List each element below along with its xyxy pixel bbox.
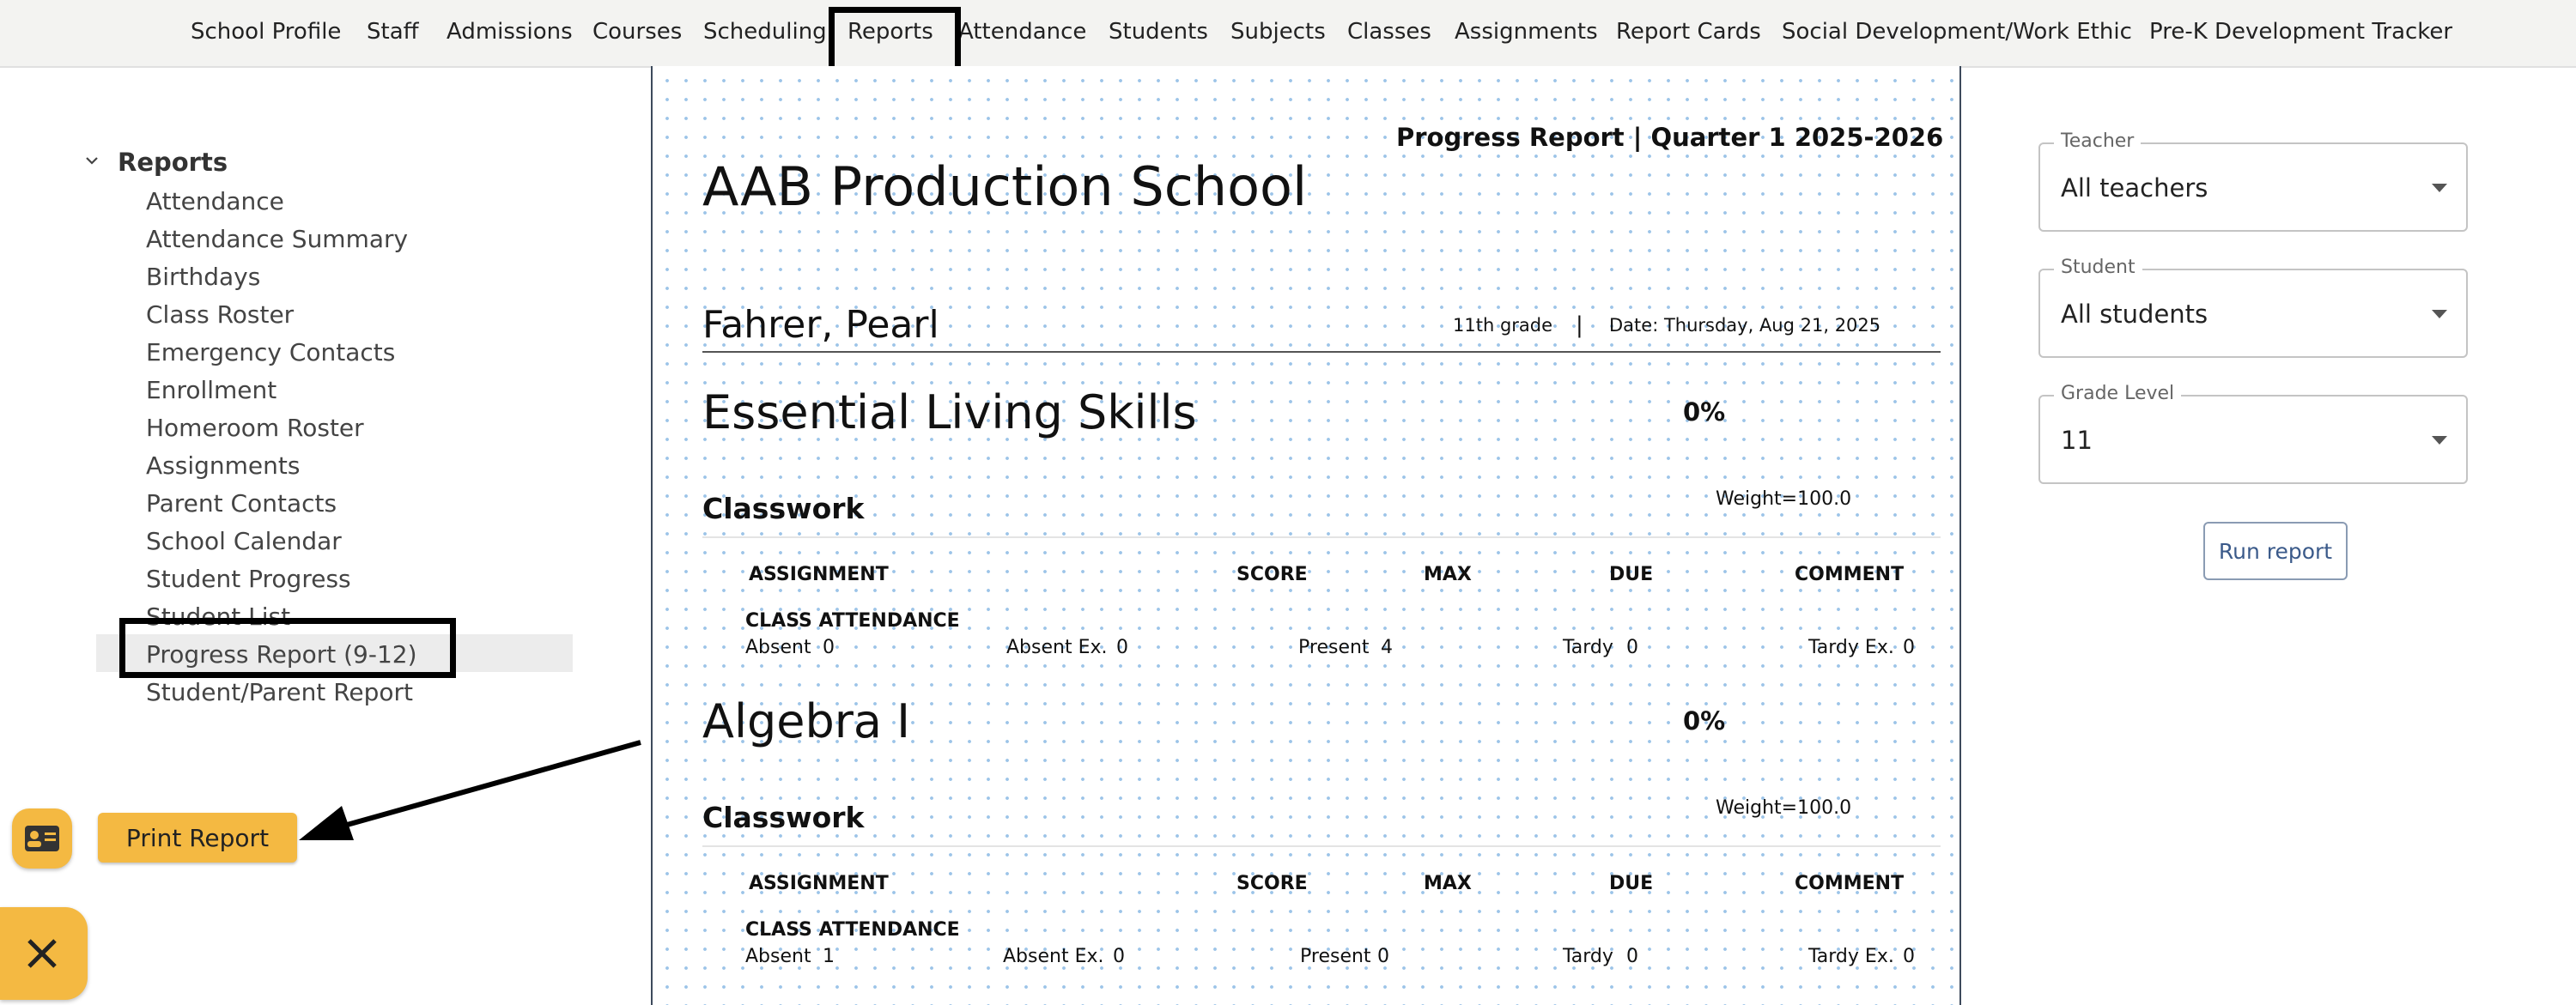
- stat-tardy-excused-label: Tardy Ex.: [1808, 946, 1894, 967]
- stat-absent-label: Absent: [745, 637, 811, 658]
- stat-absent-value: 1: [823, 946, 835, 967]
- nav-students[interactable]: Students: [1109, 19, 1208, 45]
- column-header-assignment: ASSIGNMENT: [749, 564, 889, 585]
- dropdown-arrow-icon: [2432, 184, 2447, 192]
- progress-report-highlight-box: [119, 618, 456, 678]
- attendance-group-label: CLASS ATTENDANCE: [745, 610, 960, 632]
- top-nav: School Profile Staff Admissions Courses …: [0, 0, 2576, 68]
- nav-school-profile[interactable]: School Profile: [191, 19, 341, 45]
- stat-tardy-label: Tardy: [1563, 637, 1613, 658]
- column-header-max: MAX: [1424, 873, 1472, 894]
- stat-present-label: Present: [1300, 946, 1371, 967]
- nav-admissions[interactable]: Admissions: [447, 19, 573, 45]
- close-icon: [27, 939, 57, 968]
- sidebar-item-birthdays[interactable]: Birthdays: [146, 263, 260, 291]
- column-header-comment: COMMENT: [1795, 873, 1905, 894]
- category-divider: [702, 845, 1941, 847]
- dropdown-arrow-icon: [2432, 436, 2447, 445]
- category-weight: Weight=100.0: [1716, 488, 1852, 510]
- run-report-button[interactable]: Run report: [2203, 522, 2348, 580]
- category-divider: [702, 536, 1941, 538]
- student-grade: 11th grade: [1453, 315, 1553, 336]
- stat-present-label: Present: [1298, 637, 1370, 658]
- category-name: Classwork: [702, 801, 865, 834]
- stat-absent-excused-value: 0: [1116, 637, 1128, 658]
- grade-level-select-label: Grade Level: [2054, 383, 2182, 404]
- teacher-select-label: Teacher: [2054, 130, 2142, 152]
- stat-tardy-excused-value: 0: [1903, 946, 1915, 967]
- stat-absent-excused-label: Absent Ex.: [1003, 946, 1104, 967]
- sidebar-item-attendance-summary[interactable]: Attendance Summary: [146, 225, 408, 253]
- student-select[interactable]: Student All students: [2038, 257, 2468, 358]
- category-weight: Weight=100.0: [1716, 797, 1852, 819]
- sidebar-item-attendance[interactable]: Attendance: [146, 187, 284, 215]
- sidebar-item-student-progress[interactable]: Student Progress: [146, 565, 351, 593]
- teacher-select[interactable]: Teacher All teachers: [2038, 130, 2468, 232]
- subject-percent: 0%: [1683, 397, 1726, 427]
- stat-absent-excused-value: 0: [1113, 946, 1125, 967]
- category-name: Classwork: [702, 492, 865, 525]
- attendance-group-label: CLASS ATTENDANCE: [745, 919, 960, 941]
- subject-name: Algebra I: [702, 694, 911, 748]
- column-header-comment: COMMENT: [1795, 564, 1905, 585]
- sidebar-item-student-parent-report[interactable]: Student/Parent Report: [146, 678, 413, 706]
- stat-present-value: 4: [1381, 637, 1393, 658]
- sidebar-item-homeroom-roster[interactable]: Homeroom Roster: [146, 414, 364, 442]
- dropdown-arrow-icon: [2432, 310, 2447, 318]
- nav-subjects[interactable]: Subjects: [1230, 19, 1326, 45]
- nav-social-development[interactable]: Social Development/Work Ethic: [1782, 19, 2132, 45]
- stat-absent-value: 0: [823, 637, 835, 658]
- column-header-assignment: ASSIGNMENT: [749, 873, 889, 894]
- sidebar-item-class-roster[interactable]: Class Roster: [146, 300, 294, 329]
- annotation-arrow: [299, 740, 641, 840]
- contact-card-button[interactable]: [12, 808, 72, 869]
- nav-staff[interactable]: Staff: [367, 19, 419, 45]
- stat-present-value: 0: [1377, 946, 1389, 967]
- column-header-max: MAX: [1424, 564, 1472, 585]
- print-report-button[interactable]: Print Report: [98, 813, 297, 863]
- grade-level-select-value: 11: [2061, 426, 2093, 455]
- grade-level-select[interactable]: Grade Level 11: [2038, 383, 2468, 484]
- sidebar-item-parent-contacts[interactable]: Parent Contacts: [146, 489, 337, 518]
- report-preview: Progress Report | Quarter 1 2025-2026 AA…: [651, 66, 1961, 1005]
- student-divider: [702, 351, 1941, 353]
- nav-prek-tracker[interactable]: Pre-K Development Tracker: [2149, 19, 2452, 45]
- stat-absent-label: Absent: [745, 946, 811, 967]
- nav-scheduling[interactable]: Scheduling: [703, 19, 827, 45]
- student-name: Fahrer, Pearl: [702, 303, 939, 347]
- stat-tardy-value: 0: [1626, 637, 1638, 658]
- column-header-score: SCORE: [1236, 873, 1308, 894]
- column-header-score: SCORE: [1236, 564, 1308, 585]
- subject-name: Essential Living Skills: [702, 385, 1197, 439]
- stat-absent-excused-label: Absent Ex.: [1006, 637, 1108, 658]
- sidebar-item-assignments[interactable]: Assignments: [146, 451, 300, 480]
- column-header-due: DUE: [1609, 873, 1654, 894]
- sidebar-header-reports[interactable]: Reports: [118, 148, 228, 177]
- student-select-label: Student: [2054, 257, 2142, 278]
- contact-card-icon: [25, 826, 59, 851]
- header-separator: |: [1576, 312, 1583, 338]
- close-button[interactable]: [0, 907, 88, 1000]
- nav-report-cards[interactable]: Report Cards: [1616, 19, 1761, 45]
- teacher-select-value: All teachers: [2061, 173, 2208, 203]
- stat-tardy-excused-label: Tardy Ex.: [1808, 637, 1894, 658]
- report-date: Date: Thursday, Aug 21, 2025: [1609, 315, 1881, 336]
- subject-percent: 0%: [1683, 706, 1726, 736]
- nav-classes[interactable]: Classes: [1347, 19, 1431, 45]
- sidebar-item-emergency-contacts[interactable]: Emergency Contacts: [146, 338, 395, 366]
- student-select-value: All students: [2061, 300, 2208, 329]
- school-name: AAB Production School: [702, 155, 1308, 218]
- nav-assignments[interactable]: Assignments: [1455, 19, 1598, 45]
- column-header-due: DUE: [1609, 564, 1654, 585]
- sidebar-item-enrollment[interactable]: Enrollment: [146, 376, 276, 404]
- stat-tardy-excused-value: 0: [1903, 637, 1915, 658]
- chevron-down-icon[interactable]: [86, 154, 98, 166]
- stat-tardy-value: 0: [1626, 946, 1638, 967]
- report-title: Progress Report | Quarter 1 2025-2026: [1396, 123, 1944, 152]
- nav-attendance[interactable]: Attendance: [958, 19, 1086, 45]
- nav-courses[interactable]: Courses: [592, 19, 682, 45]
- sidebar-item-school-calendar[interactable]: School Calendar: [146, 527, 342, 555]
- stat-tardy-label: Tardy: [1563, 946, 1613, 967]
